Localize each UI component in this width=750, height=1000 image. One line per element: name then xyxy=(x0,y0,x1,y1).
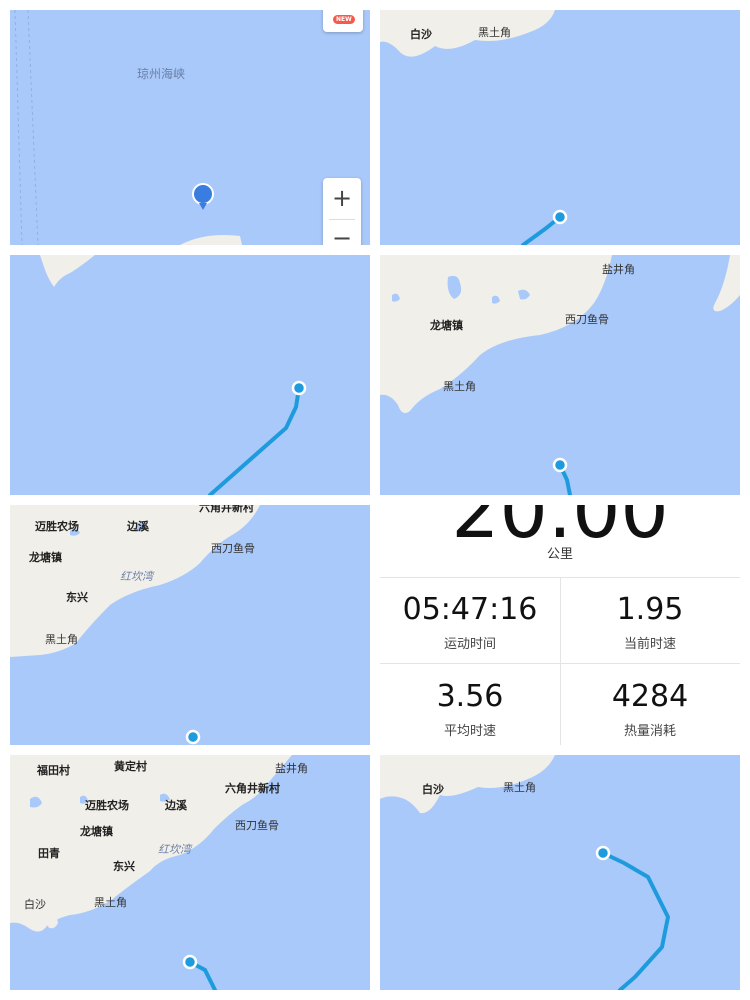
new-badge: NEW xyxy=(333,15,355,24)
divider xyxy=(380,663,740,664)
place-label: 黑土角 xyxy=(45,633,78,646)
place-label: 东兴 xyxy=(113,860,135,873)
map-tile-overview[interactable]: 福田村 黄定村 盐井角 六角井新村 迈胜农场 边溪 龙塘镇 西刀鱼骨 田青 红坎… xyxy=(10,755,370,990)
map-tile-track[interactable] xyxy=(10,255,370,495)
zoom-out-button[interactable]: − xyxy=(323,222,361,245)
avg-speed-label: 平均时速 xyxy=(443,724,496,739)
place-label: 迈胜农场 xyxy=(85,799,129,812)
zoom-control: + − xyxy=(323,178,361,245)
new-feature-button[interactable]: NEW xyxy=(323,10,363,32)
place-label: 龙塘镇 xyxy=(80,825,113,838)
place-label: 黑土角 xyxy=(478,26,511,39)
map-background xyxy=(10,505,370,745)
place-label: 西刀鱼骨 xyxy=(565,313,609,326)
place-label: 田青 xyxy=(38,847,60,860)
place-label: 六角井新村 xyxy=(199,505,254,514)
calories-label: 热量消耗 xyxy=(623,724,676,739)
duration-stat: 05:47:16 运动时间 xyxy=(380,592,560,653)
map-background xyxy=(10,10,370,245)
map-tile-hongkan-bay[interactable]: 六角井新村 迈胜农场 边溪 龙塘镇 西刀鱼骨 红坎湾 东兴 黑土角 xyxy=(10,505,370,745)
calories-stat: 4284 热量消耗 xyxy=(560,679,740,740)
map-tile-route-turn[interactable]: 白沙 黑土角 xyxy=(380,755,740,990)
place-label: 福田村 xyxy=(37,764,70,777)
place-label: 东兴 xyxy=(66,591,88,604)
map-background xyxy=(10,255,370,495)
place-label: 黄定村 xyxy=(114,760,147,773)
zoom-in-button[interactable]: + xyxy=(323,182,361,214)
current-speed-value: 1.95 xyxy=(616,592,684,627)
map-tile-baisha[interactable]: 白沙 黑土角 xyxy=(380,10,740,245)
avg-speed-value: 3.56 xyxy=(436,679,504,714)
current-speed-label: 当前时速 xyxy=(623,637,676,652)
map-tile-longtang[interactable]: 盐井角 龙塘镇 西刀鱼骨 黑土角 xyxy=(380,255,740,495)
avg-speed-stat: 3.56 平均时速 xyxy=(380,679,560,740)
place-label: 西刀鱼骨 xyxy=(235,819,279,832)
place-label: 边溪 xyxy=(165,799,187,812)
bay-label: 红坎湾 xyxy=(120,570,153,583)
duration-label: 运动时间 xyxy=(443,637,496,652)
place-label: 边溪 xyxy=(127,520,149,533)
place-label: 迈胜农场 xyxy=(35,520,79,533)
current-speed-stat: 1.95 当前时速 xyxy=(560,592,740,653)
place-label: 龙塘镇 xyxy=(29,551,62,564)
zoom-divider xyxy=(329,219,355,220)
bay-label: 红坎湾 xyxy=(158,843,191,856)
calories-value: 4284 xyxy=(611,679,689,714)
strait-label: 琼州海峡 xyxy=(137,67,186,81)
workout-stats-panel: 20.00 公里 05:47:16 运动时间 1.95 当前时速 3.56 平均… xyxy=(380,505,740,745)
place-label: 黑土角 xyxy=(503,781,536,794)
map-background xyxy=(380,10,740,245)
place-label: 黑土角 xyxy=(443,380,476,393)
place-label: 龙塘镇 xyxy=(430,319,463,332)
location-pin-icon xyxy=(192,183,214,210)
place-label: 盐井角 xyxy=(275,762,308,775)
map-tile-strait[interactable]: 琼州海峡 NEW + − xyxy=(10,10,370,245)
distance-unit: 公里 xyxy=(546,547,573,562)
map-background xyxy=(10,755,370,990)
place-label: 白沙 xyxy=(422,783,444,796)
place-label: 六角井新村 xyxy=(225,782,280,795)
place-label: 黑土角 xyxy=(94,896,127,909)
place-label: 白沙 xyxy=(24,898,46,911)
duration-value: 05:47:16 xyxy=(402,592,538,627)
place-label: 盐井角 xyxy=(602,263,635,276)
map-background xyxy=(380,255,740,495)
place-label: 白沙 xyxy=(410,28,432,41)
place-label: 西刀鱼骨 xyxy=(211,542,255,555)
